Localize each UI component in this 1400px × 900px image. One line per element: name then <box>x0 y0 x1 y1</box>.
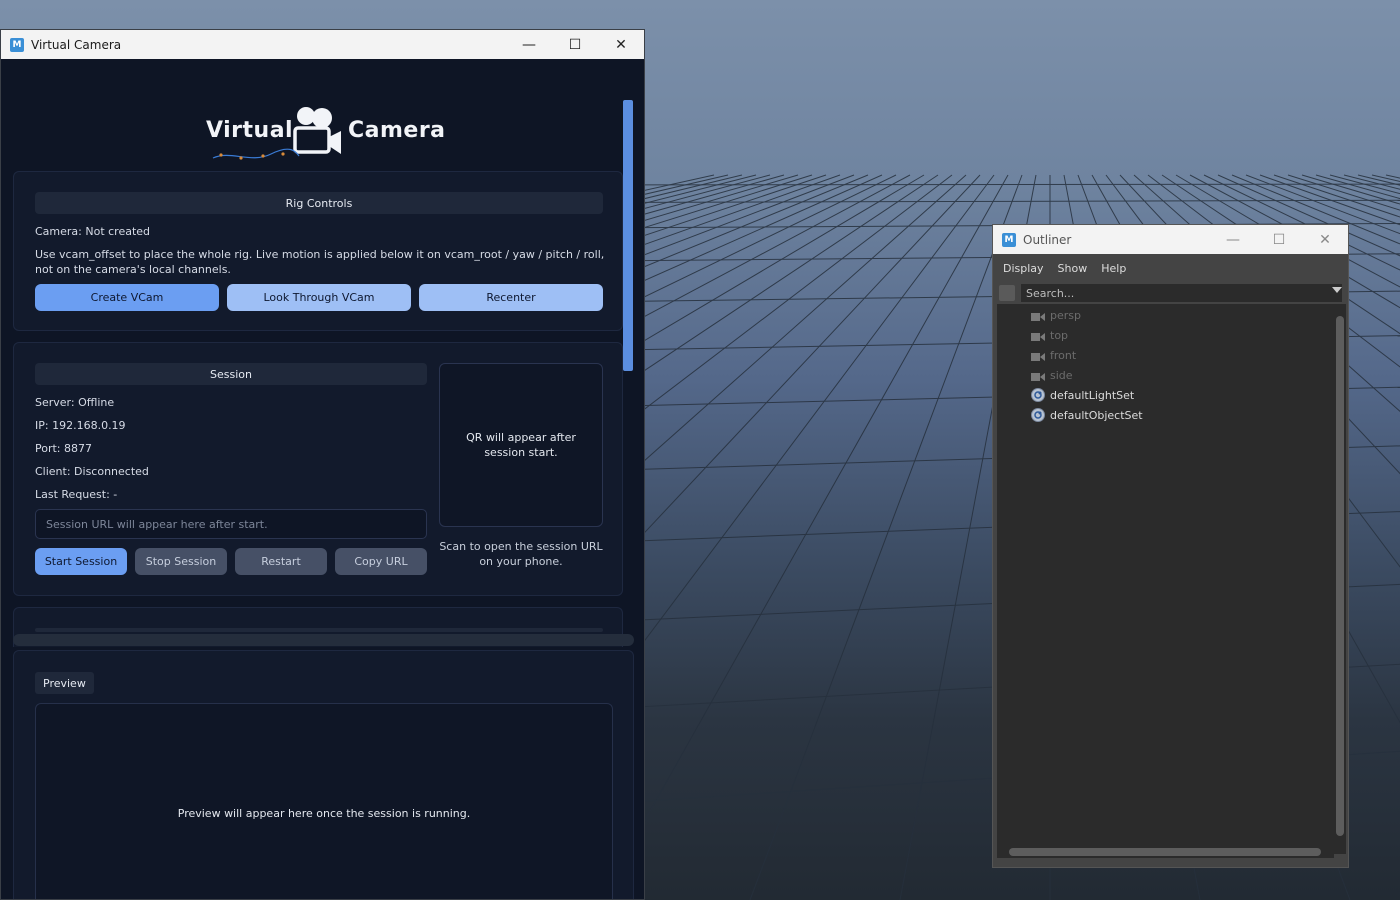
session-header: Session <box>35 363 427 385</box>
menu-show[interactable]: Show <box>1058 262 1088 275</box>
camera-status-label: Camera: Not created <box>35 225 151 238</box>
start-session-button[interactable]: Start Session <box>35 548 127 575</box>
maya-app-icon: M <box>1002 232 1016 247</box>
rig-controls-header: Rig Controls <box>35 192 603 214</box>
outliner-item[interactable]: defaultLightSet <box>1031 385 1134 405</box>
outliner-item-label: side <box>1050 368 1073 382</box>
preview-tab[interactable]: Preview <box>35 672 94 694</box>
recenter-button[interactable]: Recenter <box>419 284 603 311</box>
ip-label: IP: 192.168.0.19 <box>35 419 126 432</box>
client-status-label: Client: Disconnected <box>35 465 149 478</box>
virtual-camera-logo: Virtual Camera <box>206 104 445 162</box>
outliner-item-label: defaultObjectSet <box>1050 408 1143 422</box>
outliner-list: persp top front side defaultLightSet defaultO… <box>997 304 1334 854</box>
logo-word-camera: Camera <box>348 118 446 143</box>
set-icon <box>1031 408 1045 422</box>
maya-app-icon: M <box>10 37 24 52</box>
vc-titlebar[interactable]: M Virtual Camera — ☐ ✕ <box>1 30 644 59</box>
rig-description-text: Use vcam_offset to place the whole rig. … <box>35 248 605 276</box>
restart-button[interactable]: Restart <box>235 548 327 575</box>
maximize-icon[interactable]: ☐ <box>1256 225 1302 254</box>
outliner-item[interactable]: defaultObjectSet <box>1031 405 1143 425</box>
menu-display[interactable]: Display <box>1003 262 1044 275</box>
outliner-window: M Outliner — ☐ ✕ Display Show Help Searc… <box>992 224 1349 868</box>
menu-help[interactable]: Help <box>1101 262 1126 275</box>
copy-url-button[interactable]: Copy URL <box>335 548 427 575</box>
preview-panel: Preview Preview will appear here once th… <box>13 650 634 899</box>
outliner-item-label: defaultLightSet <box>1050 388 1135 402</box>
camera-icon <box>1031 371 1045 381</box>
outliner-item-label: top <box>1050 328 1069 342</box>
outliner-search-input[interactable]: Search... <box>1021 284 1342 302</box>
outliner-item[interactable]: side <box>1031 365 1073 385</box>
close-icon[interactable]: ✕ <box>1302 225 1348 254</box>
preview-area: Preview will appear here once the sessio… <box>35 703 613 899</box>
camera-icon <box>1031 311 1045 321</box>
server-status-label: Server: Offline <box>35 396 115 409</box>
outliner-horizontal-scrollbar[interactable] <box>997 846 1334 858</box>
vc-scrollbar[interactable] <box>623 100 633 371</box>
vc-body: Virtual Camera Rig Controls Camera: Not … <box>1 59 644 899</box>
qr-code-placeholder: QR will appear after session start. <box>439 363 603 527</box>
logo-word-virtual: Virtual <box>206 118 294 143</box>
stop-session-button[interactable]: Stop Session <box>135 548 227 575</box>
splitter-handle[interactable] <box>13 634 634 646</box>
outliner-menubar: Display Show Help <box>993 254 1348 282</box>
minimize-icon[interactable]: — <box>1210 225 1256 254</box>
set-icon <box>1031 388 1045 402</box>
create-vcam-button[interactable]: Create VCam <box>35 284 219 311</box>
outliner-title: Outliner <box>1023 232 1072 247</box>
outliner-vertical-scrollbar[interactable] <box>1334 304 1346 854</box>
outliner-item-label: persp <box>1050 308 1081 322</box>
maximize-icon[interactable]: ☐ <box>552 30 598 59</box>
vc-window-title: Virtual Camera <box>31 37 122 52</box>
virtual-camera-window: M Virtual Camera — ☐ ✕ Virtual Camera Ri… <box>0 29 645 900</box>
outliner-titlebar[interactable]: M Outliner — ☐ ✕ <box>993 225 1348 254</box>
logo-curve-decoration <box>212 148 300 160</box>
port-label: Port: 8877 <box>35 442 93 455</box>
minimize-icon[interactable]: — <box>506 30 552 59</box>
outliner-search-row: Search... <box>993 282 1348 304</box>
session-url-field[interactable]: Session URL will appear here after start… <box>35 509 427 539</box>
close-icon[interactable]: ✕ <box>598 30 644 59</box>
outliner-hscroll-thumb[interactable] <box>1009 848 1321 856</box>
search-dropdown-icon[interactable] <box>1332 287 1342 293</box>
camera-icon <box>1031 351 1045 361</box>
rig-controls-panel: Rig Controls Camera: Not created Use vca… <box>13 171 623 331</box>
camera-icon <box>1031 331 1045 341</box>
outliner-vscroll-thumb[interactable] <box>1336 316 1344 836</box>
session-panel: Session Server: Offline IP: 192.168.0.19… <box>13 342 623 596</box>
filter-icon[interactable] <box>999 285 1015 301</box>
outliner-item[interactable]: front <box>1031 345 1076 365</box>
outliner-item[interactable]: top <box>1031 325 1068 345</box>
outliner-item[interactable]: persp <box>1031 305 1081 325</box>
qr-caption: Scan to open the session URL on your pho… <box>439 540 603 568</box>
collapsed-panel-header <box>35 628 603 632</box>
outliner-item-label: front <box>1050 348 1077 362</box>
last-request-label: Last Request: - <box>35 488 118 501</box>
look-through-vcam-button[interactable]: Look Through VCam <box>227 284 411 311</box>
